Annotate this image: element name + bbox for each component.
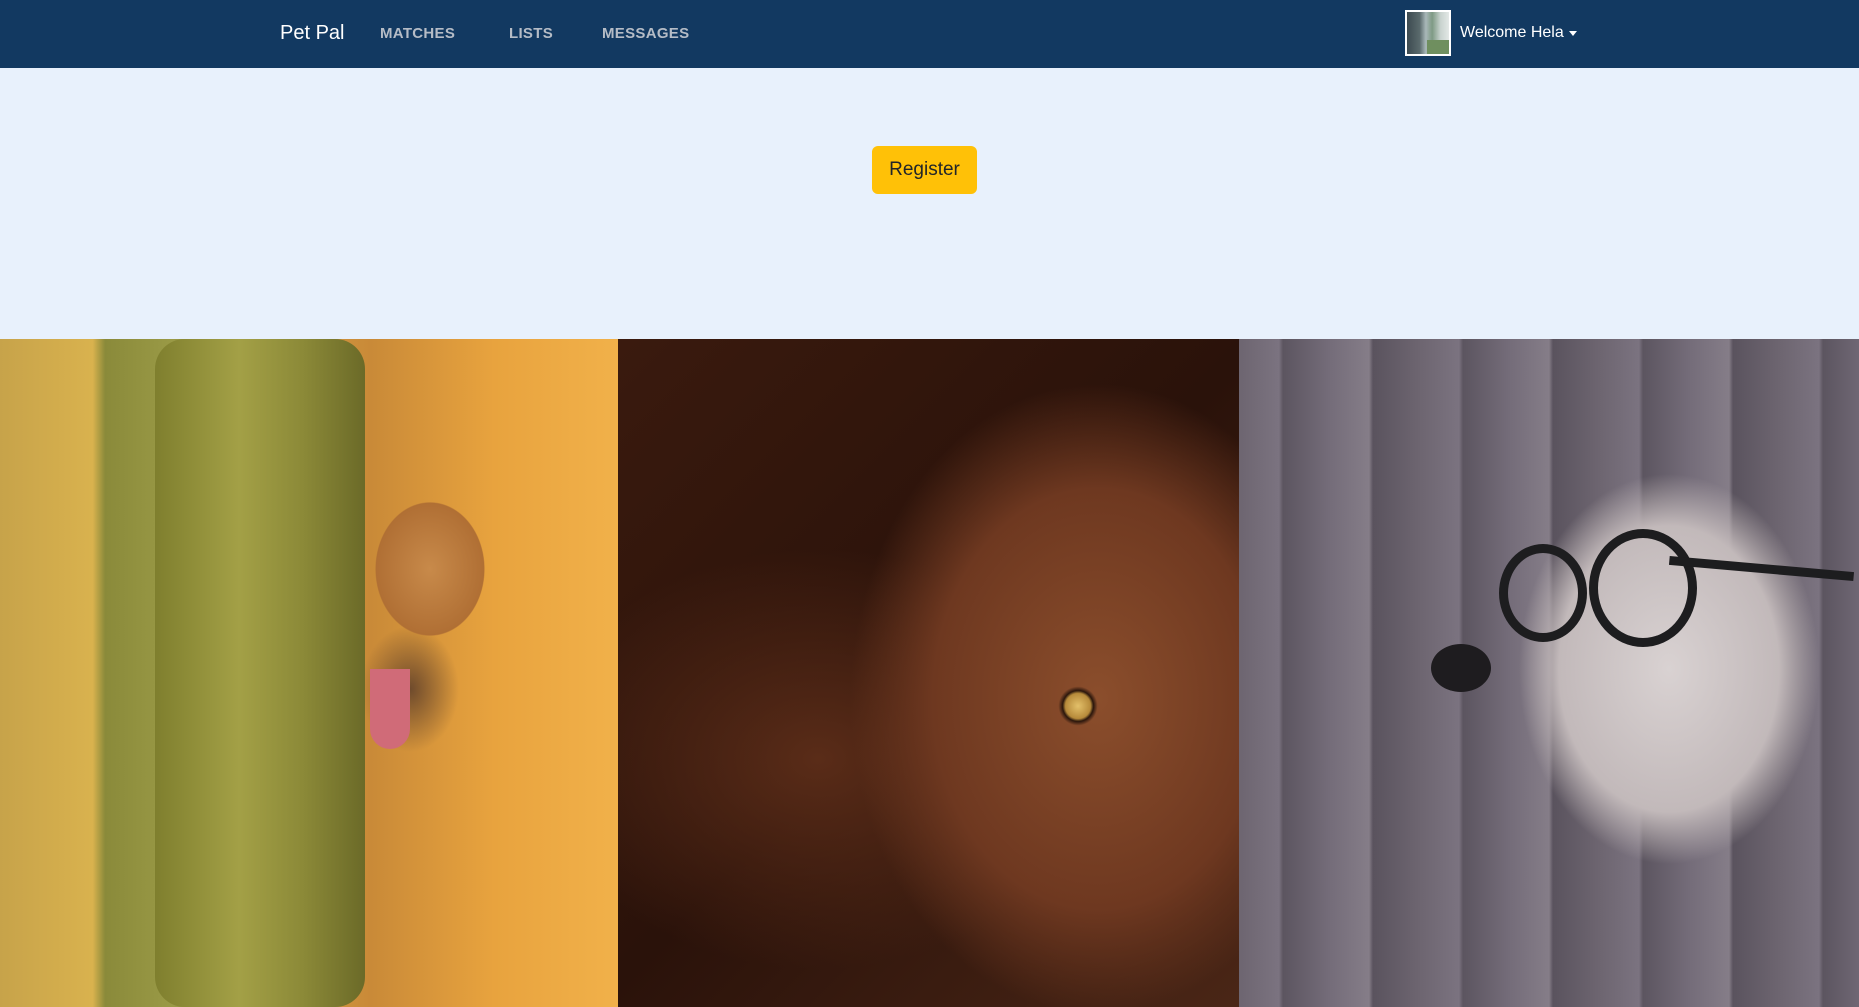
terrier-glasses-photo (1239, 339, 1859, 1007)
dog-nose (1431, 644, 1491, 692)
glasses-arm (1668, 555, 1855, 582)
caret-down-icon (1568, 30, 1577, 36)
nav-link-messages[interactable]: MESSAGES (602, 25, 689, 42)
german-shepherd-tree-photo (0, 339, 618, 1007)
glasses-right-lens (1589, 529, 1697, 647)
user-menu-dropdown[interactable]: Welcome Hela (1405, 8, 1577, 58)
glasses-left-lens (1499, 544, 1587, 642)
nav-link-matches[interactable]: MATCHES (380, 25, 455, 42)
dog-photo-gallery (0, 339, 1859, 1007)
navbar: Pet Pal MATCHES LISTS MESSAGES Welcome H… (0, 0, 1859, 68)
brand-link[interactable]: Pet Pal (280, 22, 344, 45)
welcome-text: Welcome Hela (1460, 24, 1564, 41)
avatar (1405, 10, 1451, 56)
nav-link-lists[interactable]: LISTS (509, 25, 553, 42)
register-button[interactable]: Register (872, 146, 977, 194)
pitbull-closeup-photo (618, 339, 1239, 1007)
